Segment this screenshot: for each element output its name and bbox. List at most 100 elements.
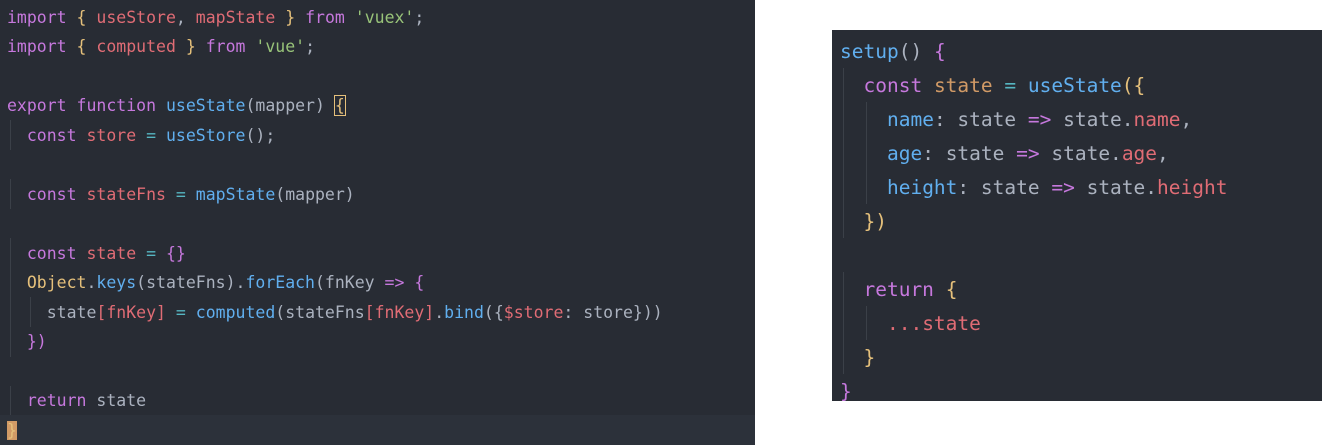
code-token: } (7, 420, 17, 440)
code-line[interactable]: setup() { (832, 34, 1322, 68)
indent-guide (10, 385, 11, 416)
code-token: : (933, 107, 958, 131)
code-token: , (175, 7, 196, 27)
code-token: ({ (483, 302, 504, 322)
indent-guide (843, 306, 844, 340)
right-code-editor[interactable]: setup() { const state = useState({ name:… (832, 30, 1322, 403)
code-token: (stateFns). (136, 273, 246, 292)
code-token: mapState (195, 184, 276, 204)
code-token: mapState (195, 7, 276, 27)
code-line[interactable]: name: state => state. name, (832, 102, 1322, 136)
code-token: { (66, 7, 97, 27)
code-line[interactable]: age: state => state. age, (832, 136, 1322, 170)
code-token: keys (96, 273, 137, 292)
code-token: . (86, 273, 97, 292)
code-token: computed (195, 302, 276, 322)
code-token: (stateFns (275, 302, 365, 322)
code-token: age (886, 141, 923, 165)
code-token: state (96, 391, 147, 410)
code-line[interactable]: } (0, 415, 755, 445)
code-line[interactable]: ...state (832, 306, 1322, 340)
code-token: { (933, 39, 946, 63)
code-token: stateFns (86, 184, 166, 204)
code-token: } (863, 345, 876, 369)
code-token: state (957, 107, 1017, 131)
indent-guide (843, 136, 844, 170)
code-token: import (7, 37, 67, 56)
code-line[interactable]: return { (832, 272, 1322, 306)
indent-guide (843, 170, 844, 204)
indent-guide (843, 204, 844, 238)
code-token: mapper (255, 96, 315, 115)
code-line[interactable]: } (832, 374, 1322, 408)
code-token: state (86, 243, 137, 263)
code-token: ; (414, 7, 425, 27)
code-token: state. (1051, 141, 1122, 165)
code-token: state (933, 73, 993, 97)
code-line[interactable]: height: state => state. height (832, 170, 1322, 204)
code-token: } (275, 7, 306, 27)
code-line[interactable]: const state = {} (0, 238, 755, 268)
indent-guide (843, 340, 844, 374)
code-line[interactable] (832, 238, 1322, 272)
code-token: const (863, 73, 923, 97)
code-token: (mapper) (275, 184, 355, 204)
code-line[interactable] (0, 356, 755, 386)
code-token: name (886, 107, 934, 131)
indent-guide (10, 238, 11, 268)
code-token: { (66, 37, 97, 56)
code-line[interactable]: const state = useState({ (832, 68, 1322, 102)
code-token: (fnKey (315, 273, 385, 292)
indent-guide (10, 326, 11, 357)
code-line[interactable]: export function useState(mapper) { (0, 91, 755, 121)
code-line[interactable]: const store = useStore (); (0, 120, 755, 150)
code-line[interactable]: const stateFns = mapState (mapper) (0, 179, 755, 209)
code-token: ({ (1121, 73, 1146, 97)
code-token: import (7, 7, 67, 27)
code-line[interactable]: }) (0, 326, 755, 357)
code-token: [fnKey] (96, 302, 166, 322)
code-token: ...state (886, 311, 981, 335)
code-line[interactable]: Object. keys (stateFns). forEach (fnKey => { (0, 267, 755, 298)
code-token: state. (1086, 175, 1158, 199)
code-token: } (840, 379, 852, 403)
code-line[interactable]: import { computed } from 'vue'; (0, 32, 755, 62)
code-token: = (165, 184, 196, 204)
indent-guide (843, 68, 844, 102)
code-token: ( (245, 96, 256, 115)
code-line[interactable]: import { useStore, mapState } from 'vuex… (0, 2, 755, 32)
code-token: : (957, 175, 981, 199)
code-token: } (175, 37, 206, 56)
indent-guide (10, 297, 11, 327)
indent-guide (29, 297, 31, 327)
code-line[interactable]: state [fnKey] = computed (stateFns [fnKey].… (0, 297, 755, 327)
code-token: computed (96, 37, 176, 56)
code-token: {} (165, 243, 186, 263)
code-token: $store (503, 302, 564, 322)
code-line[interactable]: return state (0, 385, 755, 416)
code-line[interactable] (0, 150, 755, 180)
code-token: { (333, 95, 346, 116)
code-line[interactable]: } (832, 340, 1322, 374)
code-token: from (305, 7, 345, 27)
code-token: useState (165, 96, 246, 115)
code-line[interactable] (0, 61, 755, 91)
code-line[interactable] (0, 209, 755, 239)
code-token: }) (863, 209, 887, 233)
code-token: 'vuex' (354, 7, 415, 27)
code-line[interactable]: }) (832, 204, 1322, 238)
indent-guide (843, 102, 844, 136)
code-token: useState (1027, 73, 1122, 97)
code-token: 'vue' (255, 37, 306, 56)
code-token: const (26, 243, 77, 263)
left-code-editor[interactable]: import { useStore, mapState } from 'vuex… (0, 0, 755, 445)
code-token: = (992, 73, 1028, 97)
